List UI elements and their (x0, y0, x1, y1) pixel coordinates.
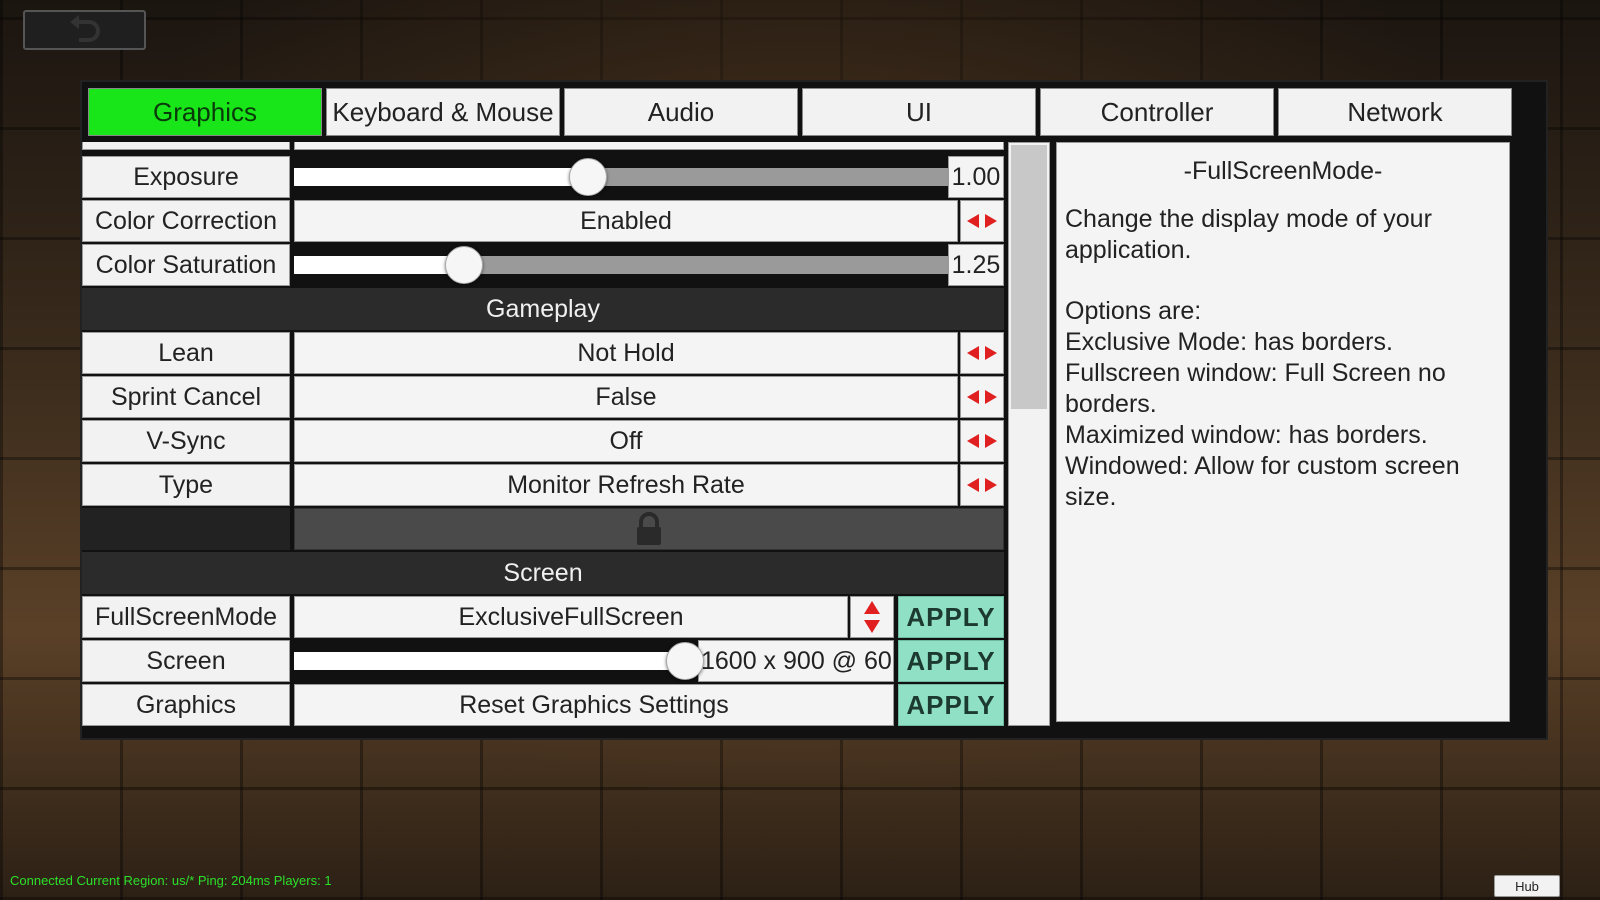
vsync-selector[interactable] (960, 420, 1004, 462)
reset-graphics-settings[interactable]: Reset Graphics Settings (294, 684, 894, 726)
fullscreen-mode-value: ExclusiveFullScreen (294, 596, 848, 638)
exposure-slider[interactable] (294, 158, 948, 196)
tab-keyboard-mouse[interactable]: Keyboard & Mouse (326, 88, 560, 136)
setting-label (82, 142, 290, 150)
screen-resolution-slider-handle[interactable] (666, 642, 704, 680)
setting-row-vsync: V-Sync Off (82, 420, 1024, 462)
color-correction-label: Color Correction (82, 200, 290, 242)
type-selector[interactable] (960, 464, 1004, 506)
left-right-arrows-icon (967, 390, 997, 404)
info-option: Maximized window: has borders. (1065, 421, 1428, 449)
color-correction-value: Enabled (294, 200, 958, 242)
left-right-arrows-icon (967, 478, 997, 492)
fullscreen-mode-label: FullScreenMode (82, 596, 290, 638)
info-options-heading: Options are: (1065, 297, 1202, 325)
info-option: Windowed: Allow for custom screen size. (1065, 452, 1460, 511)
lock-icon (637, 512, 661, 545)
section-header-screen: Screen (82, 552, 1004, 594)
hub-button[interactable]: Hub (1494, 875, 1560, 897)
settings-panel: Graphics Keyboard & Mouse Audio UI Contr… (80, 80, 1548, 740)
setting-row-type: Type Monitor Refresh Rate (82, 464, 1024, 506)
sprint-cancel-label: Sprint Cancel (82, 376, 290, 418)
color-saturation-slider-fill (294, 256, 464, 274)
setting-row-graphics: Graphics Reset Graphics Settings APPLY (82, 684, 1024, 726)
setting-row-locked (82, 508, 1024, 550)
settings-list: Exposure 1.00 Color Correction Enabled C… (82, 142, 1024, 742)
left-right-arrows-icon (967, 346, 997, 360)
info-panel: -FullScreenMode- Change the display mode… (1056, 142, 1510, 722)
fullscreen-mode-apply-button[interactable]: APPLY (898, 596, 1004, 638)
connection-status: Connected Current Region: us/* Ping: 204… (10, 873, 332, 888)
screen-resolution-value: 1600 x 900 @ 60 (698, 640, 894, 682)
type-label: Type (82, 464, 290, 506)
color-saturation-slider-handle[interactable] (445, 246, 483, 284)
setting-row-color-correction: Color Correction Enabled (82, 200, 1024, 242)
setting-row-color-saturation: Color Saturation 1.25 (82, 244, 1024, 286)
setting-value (294, 142, 1004, 150)
exposure-slider-handle[interactable] (569, 158, 607, 196)
type-value: Monitor Refresh Rate (294, 464, 958, 506)
exposure-value: 1.00 (948, 156, 1004, 198)
tab-network[interactable]: Network (1278, 88, 1512, 136)
left-right-arrows-icon (967, 434, 997, 448)
locked-setting (294, 508, 1004, 550)
lean-label: Lean (82, 332, 290, 374)
color-saturation-label: Color Saturation (82, 244, 290, 286)
up-down-arrows-icon (864, 601, 880, 633)
back-button[interactable] (23, 10, 146, 50)
screen-label: Screen (82, 640, 290, 682)
undo-arrow-icon (69, 15, 100, 42)
info-option: Fullscreen window: Full Screen no border… (1065, 359, 1446, 418)
scrollbar-thumb[interactable] (1011, 145, 1047, 409)
lean-value: Not Hold (294, 332, 958, 374)
sprint-cancel-selector[interactable] (960, 376, 1004, 418)
locked-label-placeholder (82, 508, 290, 550)
setting-row-exposure: Exposure 1.00 (82, 156, 1024, 198)
exposure-slider-fill (294, 168, 588, 186)
tab-graphics[interactable]: Graphics (88, 88, 322, 136)
setting-row-hidden (82, 142, 1024, 150)
exposure-label: Exposure (82, 156, 290, 198)
setting-row-sprint-cancel: Sprint Cancel False (82, 376, 1024, 418)
lean-selector[interactable] (960, 332, 1004, 374)
sprint-cancel-value: False (294, 376, 958, 418)
section-header-gameplay: Gameplay (82, 288, 1004, 330)
tab-audio[interactable]: Audio (564, 88, 798, 136)
setting-row-fullscreen-mode: FullScreenMode ExclusiveFullScreen APPLY (82, 596, 1024, 638)
tab-controller[interactable]: Controller (1040, 88, 1274, 136)
vsync-value: Off (294, 420, 958, 462)
setting-row-screen: Screen 1600 x 900 @ 60 APPLY (82, 640, 1024, 682)
color-saturation-value: 1.25 (948, 244, 1004, 286)
left-right-arrows-icon (967, 214, 997, 228)
info-description: Change the display mode of your applicat… (1065, 205, 1432, 264)
info-option: Exclusive Mode: has borders. (1065, 328, 1393, 356)
screen-apply-button[interactable]: APPLY (898, 640, 1004, 682)
info-title: -FullScreenMode- (1183, 157, 1383, 185)
graphics-apply-button[interactable]: APPLY (898, 684, 1004, 726)
color-saturation-slider[interactable] (294, 246, 948, 284)
settings-scrollbar[interactable] (1008, 142, 1050, 726)
setting-row-lean: Lean Not Hold (82, 332, 1024, 374)
tab-bar: Graphics Keyboard & Mouse Audio UI Contr… (88, 88, 1512, 136)
fullscreen-mode-selector[interactable] (850, 596, 894, 638)
screen-resolution-slider[interactable] (294, 652, 698, 670)
vsync-label: V-Sync (82, 420, 290, 462)
color-correction-selector[interactable] (960, 200, 1004, 242)
graphics-label: Graphics (82, 684, 290, 726)
tab-ui[interactable]: UI (802, 88, 1036, 136)
